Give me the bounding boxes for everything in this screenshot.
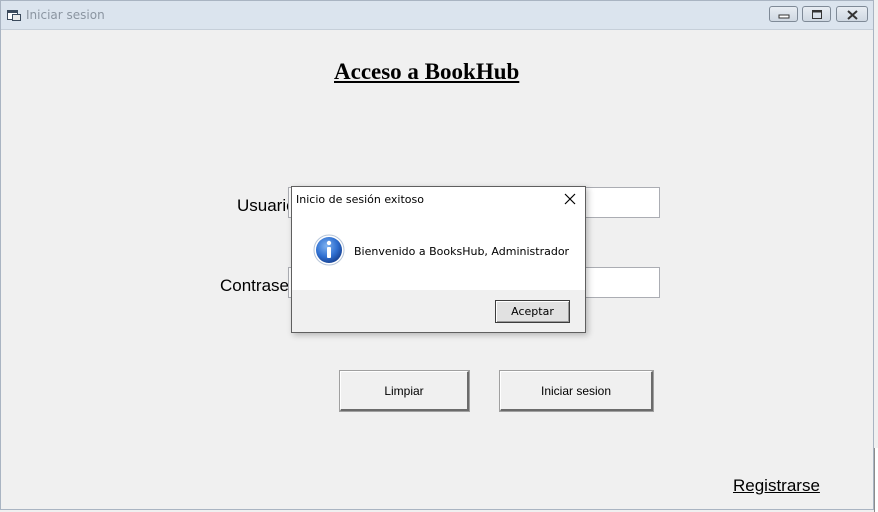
message-dialog: Inicio de sesión exitoso Bienvenido a Bo…	[291, 186, 586, 333]
background-window-edge	[874, 448, 878, 512]
page-title: Acceso a BookHub	[334, 59, 520, 84]
window-app-icon	[7, 8, 21, 21]
dialog-close-button[interactable]	[559, 189, 581, 209]
clear-button[interactable]: Limpiar	[339, 370, 470, 412]
ok-button[interactable]: Aceptar	[495, 300, 570, 323]
maximize-button[interactable]	[802, 6, 831, 22]
maximize-icon	[812, 10, 822, 19]
login-button[interactable]: Iniciar sesion	[499, 370, 654, 412]
close-icon	[564, 193, 576, 205]
dialog-message: Bienvenido a BooksHub, Administrador	[354, 245, 570, 258]
title-bar[interactable]: Iniciar sesion	[1, 1, 873, 30]
close-window-button[interactable]	[836, 6, 868, 22]
dialog-title: Inicio de sesión exitoso	[296, 193, 424, 206]
info-icon	[313, 234, 345, 266]
minimize-button[interactable]	[769, 6, 798, 22]
window-title: Iniciar sesion	[26, 8, 105, 22]
dialog-footer: Aceptar	[292, 290, 585, 332]
register-link[interactable]: Registrarse	[733, 476, 820, 496]
close-icon	[847, 10, 858, 20]
user-label: Usuario	[237, 196, 296, 215]
screen: Iniciar sesion Acceso a BookHub Usuario	[0, 0, 878, 512]
minimize-icon	[778, 14, 790, 19]
